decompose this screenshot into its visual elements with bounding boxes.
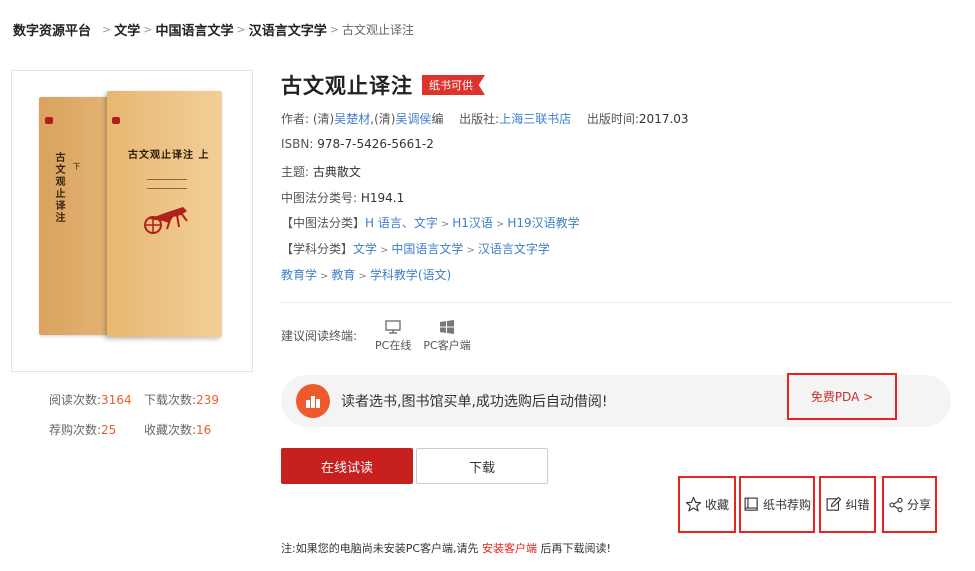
breadcrumb-separator: > (236, 23, 246, 36)
windows-icon (440, 320, 455, 334)
pubdate-value: 2017.03 (638, 112, 689, 126)
chariot-illustration (144, 207, 188, 234)
discipline-category-link[interactable]: 中国语言文学 (391, 242, 463, 256)
publisher-link[interactable]: 上海三联书店 (499, 112, 571, 126)
stat-recommend: 荐购次数:25 (49, 422, 117, 437)
title-row: 古文观止译注 纸书可供 (281, 70, 485, 100)
discipline-category-link[interactable]: 文学 (353, 242, 377, 256)
terminal-pc-online[interactable]: PC在线 (375, 320, 411, 353)
terminal-label: 建议阅读终端: (281, 329, 358, 343)
stat-read-value: 3164 (101, 392, 132, 407)
terminal-pc-client-label: PC客户端 (423, 339, 471, 352)
seal-mark (45, 117, 53, 124)
bar-chart-icon (296, 384, 330, 418)
meta-clc-category-line: 【中图法分类】H 语言、文字 > H1汉语 > H19汉语教学 (281, 216, 580, 230)
book-cover: 古文观止译注 下 古文观止译注 上 (11, 70, 253, 372)
reading-terminal: 建议阅读终端: PC在线 PC客户端 (281, 320, 471, 353)
subject-value: 古典散文 (312, 165, 361, 179)
pda-text: 读者选书,图书馆买单,成功选购后自动借阅! (341, 394, 608, 410)
share-button[interactable]: 分享 (882, 476, 937, 533)
meta-discipline-category-line: 【学科分类】文学 > 中国语言文学 > 汉语言文字学 (281, 242, 550, 256)
download-button[interactable]: 下载 (416, 448, 548, 484)
isbn-value: 978-7-5426-5661-2 (317, 137, 434, 151)
divider (281, 302, 951, 303)
book-stats: 阅读次数:3164 下载次数:239 荐购次数:25 收藏次数:16 (49, 384, 249, 444)
clc-category-link[interactable]: H 语言、文字 (365, 216, 438, 230)
stat-download: 下载次数:239 (144, 392, 219, 407)
star-icon (685, 496, 702, 512)
paper-recommend-button[interactable]: 纸书荐购 (739, 476, 815, 533)
edit-icon (827, 496, 842, 511)
terminal-pc-client[interactable]: PC客户端 (423, 320, 471, 353)
book-cover-front-volume: 古文观止译注 上 (107, 91, 222, 337)
cover-title: 古文观止译注 上 (128, 150, 210, 161)
free-pda-link[interactable]: 免费PDA > (787, 373, 897, 420)
stat-download-value: 239 (196, 392, 219, 407)
book-title: 古文观止译注 (281, 74, 413, 98)
meta-isbn-line: ISBN: 978-7-5426-5661-2 (281, 137, 434, 151)
meta-author-line: 作者: (清)吴楚材,(清)吴调侯编 出版社:上海三联书店 出版时间:2017.… (281, 112, 689, 126)
breadcrumb-item-chinese-philology[interactable]: 汉语言文字学 (249, 20, 327, 39)
discipline-category-link[interactable]: 学科教学(语文) (370, 268, 451, 282)
clc-category-link[interactable]: H1汉语 (452, 216, 493, 230)
cover-spine-title: 古文观止译注 (53, 152, 64, 224)
correct-error-button[interactable]: 纠错 (819, 476, 876, 533)
breadcrumb-separator: > (102, 23, 112, 36)
discipline-category-link[interactable]: 教育学 (281, 268, 317, 282)
stat-favorite-value: 16 (196, 422, 212, 437)
stat-recommend-value: 25 (101, 422, 117, 437)
breadcrumb-root[interactable]: 数字资源平台 (13, 20, 91, 39)
meta-subject-line: 主题: 古典散文 (281, 165, 361, 179)
author-link-1[interactable]: 吴楚材 (334, 112, 370, 126)
author-link-2[interactable]: 吴调侯 (395, 112, 431, 126)
breadcrumb-item-literature[interactable]: 文学 (114, 20, 140, 39)
share-icon (889, 497, 903, 512)
stat-favorite: 收藏次数:16 (144, 422, 212, 437)
breadcrumb-separator: > (143, 23, 153, 36)
cover-spine-note: 下 (72, 162, 81, 172)
monitor-icon (385, 320, 401, 334)
install-note: 注:如果您的电脑尚未安装PC客户端,请先 安装客户端 后再下载阅读! (281, 542, 611, 555)
meta-clc-line: 中图法分类号: H194.1 (281, 191, 405, 205)
breadcrumb-item-chinese-literature[interactable]: 中国语言文学 (155, 20, 233, 39)
breadcrumb-current: 古文观止译注 (341, 23, 414, 37)
breadcrumb: 数字资源平台 > 文学 > 中国语言文学 > 汉语言文字学 > 古文观止译注 (13, 20, 414, 39)
seal-mark (112, 117, 120, 124)
clc-value: H194.1 (360, 191, 405, 205)
terminal-pc-online-label: PC在线 (375, 339, 412, 352)
book-icon (744, 497, 758, 511)
paper-available-badge: 纸书可供 (422, 75, 485, 95)
discipline-category-link[interactable]: 教育 (331, 268, 355, 282)
stat-read: 阅读次数:3164 (49, 392, 132, 407)
online-read-button[interactable]: 在线试读 (281, 448, 413, 484)
meta-discipline-category-line-2: 教育学 > 教育 > 学科教学(语文) (281, 268, 452, 282)
clc-category-link[interactable]: H19汉语教学 (507, 216, 579, 230)
install-client-link[interactable]: 安装客户端 (482, 542, 537, 555)
favorite-button[interactable]: 收藏 (678, 476, 736, 533)
cover-author-lines (147, 179, 187, 189)
breadcrumb-separator: > (329, 23, 339, 36)
discipline-category-link[interactable]: 汉语言文字学 (478, 242, 550, 256)
